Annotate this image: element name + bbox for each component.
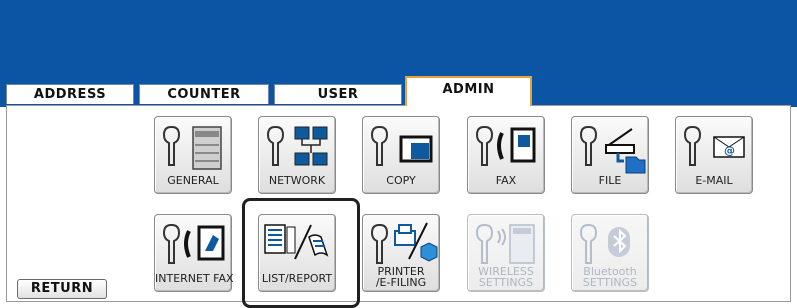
network-label: NETWORK [268, 174, 326, 187]
file-label: FILE [598, 174, 622, 187]
general-label: GENERAL [167, 174, 219, 187]
list-report-icon [264, 224, 329, 260]
list-report-button[interactable]: LIST/REPORT [258, 214, 336, 292]
printer-icon [162, 126, 222, 170]
return-label: RETURN [30, 281, 94, 296]
fax-icon [475, 126, 536, 166]
general-button[interactable]: GENERAL [154, 116, 232, 194]
wireless-settings-button: WIRELESS SETTINGS [467, 214, 545, 292]
tab-counter[interactable]: COUNTER [139, 84, 269, 104]
copy-label: COPY [386, 174, 416, 187]
bluetooth-settings-label: Bluetooth SETTINGS [582, 265, 638, 289]
folder-icon [579, 126, 646, 174]
email-icon: @ [683, 126, 745, 166]
copy-icon [370, 126, 433, 166]
tab-admin[interactable]: ADMIN [405, 76, 532, 106]
tab-address[interactable]: ADDRESS [6, 84, 134, 104]
file-button[interactable]: FILE [571, 116, 649, 194]
copy-button[interactable]: COPY [362, 116, 440, 194]
internet-fax-icon [162, 224, 225, 264]
network-icon [266, 126, 328, 166]
email-label: E-MAIL [695, 174, 733, 187]
list-report-label: LIST/REPORT [261, 272, 333, 285]
wireless-settings-label: WIRELESS SETTINGS [478, 265, 534, 289]
fax-label: FAX [495, 174, 517, 187]
internet-fax-button[interactable]: INTERNET FAX [154, 214, 234, 292]
tab-user[interactable]: USER [274, 84, 402, 104]
bluetooth-settings-button: Bluetooth SETTINGS [571, 214, 649, 292]
internet-fax-label: INTERNET FAX [155, 272, 234, 285]
header-bar [0, 0, 797, 88]
network-button[interactable]: NETWORK [258, 116, 336, 194]
printer-efiling-button[interactable]: PRINTER/E-FILING [362, 214, 440, 292]
email-button[interactable]: @ E-MAIL [675, 116, 753, 194]
fax-button[interactable]: FAX [467, 116, 545, 194]
printer-efiling-label: PRINTER/E-FILING [375, 265, 427, 289]
return-button[interactable]: RETURN [17, 279, 107, 299]
svg-text:@: @ [724, 144, 735, 157]
